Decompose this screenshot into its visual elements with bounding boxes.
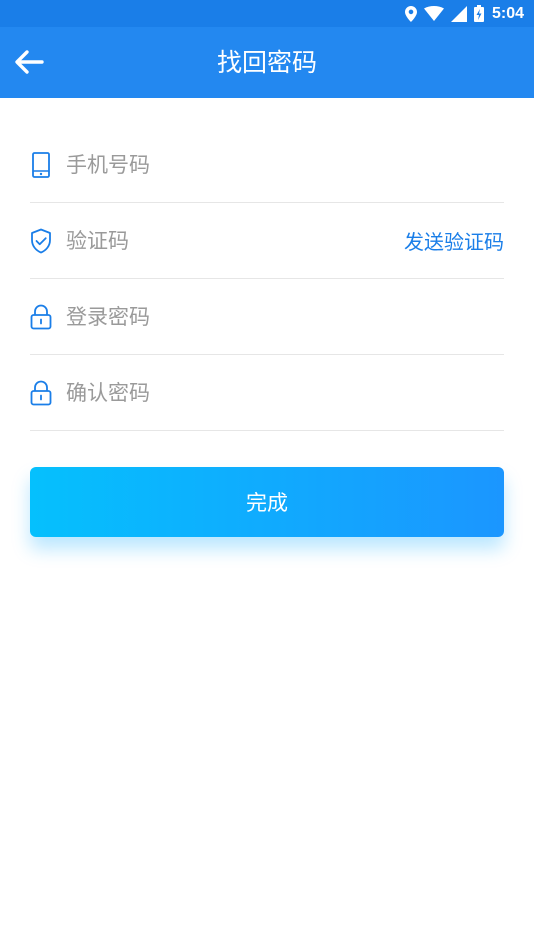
- shield-check-icon: [30, 228, 52, 254]
- submit-button-label: 完成: [246, 491, 288, 515]
- page-title: 找回密码: [216, 48, 317, 77]
- back-button[interactable]: [12, 45, 46, 79]
- lock-icon: [30, 304, 52, 330]
- verification-code-input[interactable]: [66, 228, 404, 253]
- code-row: 发送验证码: [30, 203, 504, 279]
- wifi-icon: [423, 6, 444, 21]
- password-row: [30, 279, 504, 355]
- lock-icon: [30, 380, 52, 406]
- signal-icon: [450, 5, 467, 22]
- app-bar: 找回密码: [0, 27, 534, 98]
- arrow-left-icon: [14, 49, 44, 75]
- send-code-button[interactable]: 发送验证码: [404, 226, 504, 255]
- status-bar: 5:04: [0, 0, 534, 27]
- location-icon: [404, 5, 417, 22]
- confirm-password-input[interactable]: [66, 380, 504, 405]
- phone-input[interactable]: [66, 152, 504, 177]
- phone-icon: [30, 151, 52, 178]
- recover-password-form: 发送验证码: [30, 127, 504, 431]
- status-time: 5:04: [491, 4, 524, 22]
- battery-charging-icon: [473, 5, 484, 22]
- submit-button[interactable]: 完成: [30, 467, 504, 537]
- confirm-password-row: [30, 355, 504, 431]
- login-password-input[interactable]: [66, 304, 504, 329]
- phone-row: [30, 127, 504, 203]
